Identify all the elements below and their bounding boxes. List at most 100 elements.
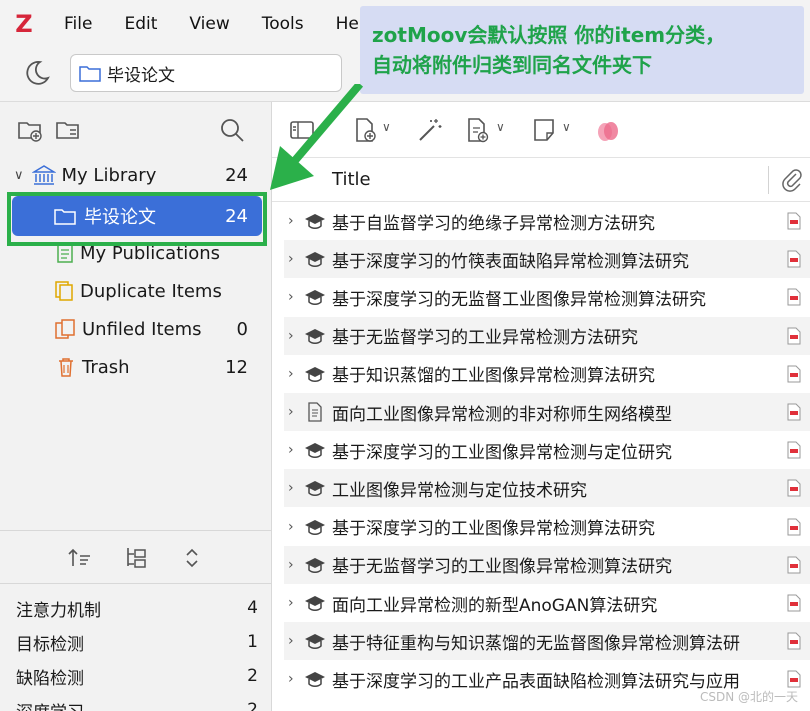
tag-tree-icon[interactable] (122, 544, 150, 572)
item-title: 基于深度学习的工业图像异常检测与定位研究 (332, 442, 672, 463)
tag-item[interactable]: 目标检测 1 (0, 625, 272, 659)
table-row[interactable]: › 面向工业图像异常检测的非对称师生网络模型 (284, 393, 810, 431)
folder-icon (79, 66, 101, 82)
table-row[interactable]: › 工业图像异常检测与定位技术研究 (284, 469, 810, 508)
tree-item-trash[interactable]: Trash 12 (0, 348, 272, 386)
trash-label: Trash (82, 356, 130, 378)
thesis-icon (305, 519, 325, 535)
pdf-icon[interactable] (786, 212, 802, 230)
new-collection-icon[interactable] (16, 116, 44, 144)
pdf-icon[interactable] (786, 441, 802, 459)
pdf-icon[interactable] (786, 556, 802, 574)
tree-item-my-library[interactable]: ∨ My Library 24 (0, 156, 272, 194)
library-label: My Library (61, 164, 157, 186)
pdf-icon[interactable] (786, 632, 802, 650)
selected-collection-label: 毕设论文 (84, 207, 156, 228)
table-row[interactable]: › 基于深度学习的竹筷表面缺陷异常检测算法研究 (284, 240, 810, 279)
pdf-icon[interactable] (786, 518, 802, 536)
add-attachment-icon[interactable] (464, 116, 492, 144)
table-row[interactable]: › 基于自监督学习的绝缘子异常检测方法研究 (284, 202, 810, 240)
menu-edit[interactable]: Edit (108, 14, 173, 34)
item-title: 面向工业异常检测的新型AnoGAN算法研究 (332, 595, 658, 616)
table-row[interactable]: › 基于深度学习的工业图像异常检测算法研究 (284, 508, 810, 546)
pdf-icon[interactable] (786, 365, 802, 383)
new-item-icon[interactable] (352, 116, 380, 144)
unfiled-icon (55, 319, 75, 339)
column-divider[interactable] (768, 166, 769, 194)
callout-line-1: zotMoov会默认按照 你的item分类， (372, 23, 726, 47)
chevron-right-icon[interactable]: › (288, 251, 294, 267)
thesis-icon (305, 557, 325, 573)
table-row[interactable]: › 基于深度学习的工业图像异常检测与定位研究 (284, 431, 810, 469)
library-tab[interactable]: 毕设论文 (70, 54, 342, 92)
tree-item-my-publications[interactable]: My Publications (0, 234, 272, 272)
item-title: 基于知识蒸馏的工业图像异常检测算法研究 (332, 366, 655, 387)
pdf-icon[interactable] (786, 403, 802, 421)
pdf-icon[interactable] (786, 670, 802, 688)
chevron-right-icon[interactable]: › (288, 442, 294, 458)
tag-label: 深度学习 (16, 698, 84, 711)
item-title: 面向工业图像异常检测的非对称师生网络模型 (332, 404, 672, 425)
thesis-icon (305, 481, 325, 497)
collapse-expand-icon[interactable] (178, 544, 206, 572)
new-note-icon[interactable] (530, 116, 558, 144)
chevron-right-icon[interactable]: › (288, 289, 294, 305)
tree-item-selected-collection[interactable]: 毕设论文 24 (12, 196, 262, 236)
chevron-right-icon[interactable]: › (288, 671, 294, 687)
library-count: 24 (225, 164, 248, 186)
chevron-right-icon[interactable]: › (288, 366, 294, 382)
chevron-right-icon[interactable]: › (288, 595, 294, 611)
chevron-right-icon[interactable]: › (288, 328, 294, 344)
new-saved-search-icon[interactable] (54, 116, 82, 144)
tree-item-duplicate-items[interactable]: Duplicate Items (0, 272, 272, 310)
search-icon[interactable] (218, 116, 246, 144)
library-icon (31, 165, 56, 185)
menu-tools[interactable]: Tools (246, 14, 320, 34)
menu-view[interactable]: View (173, 14, 245, 34)
pdf-icon[interactable] (786, 288, 802, 306)
moon-icon[interactable] (22, 58, 52, 88)
magic-wand-icon[interactable] (416, 116, 444, 144)
chevron-down-icon[interactable]: ∨ (562, 120, 571, 134)
chevron-right-icon[interactable]: › (288, 557, 294, 573)
tag-item[interactable]: 缺陷检测 2 (0, 659, 272, 693)
chevron-right-icon[interactable]: › (288, 213, 294, 229)
table-row[interactable]: › 基于知识蒸馏的工业图像异常检测算法研究 (284, 355, 810, 393)
chevron-down-icon[interactable]: ∨ (496, 120, 505, 134)
chevron-right-icon[interactable]: › (288, 404, 294, 420)
table-row[interactable]: › 基于无监督学习的工业异常检测方法研究 (284, 316, 810, 355)
unfiled-items-count: 0 (236, 318, 248, 340)
chevron-right-icon[interactable]: › (288, 480, 294, 496)
attachment-column-icon[interactable] (780, 168, 804, 192)
item-title: 基于无监督学习的工业图像异常检测算法研究 (332, 557, 672, 578)
table-row[interactable]: › 基于无监督学习的工业图像异常检测算法研究 (284, 545, 810, 584)
table-row[interactable]: › 面向工业异常检测的新型AnoGAN算法研究 (284, 584, 810, 622)
items-toolbar: ∨ ∨ ∨ (272, 102, 810, 158)
tag-item[interactable]: 深度学习 2 (0, 693, 272, 711)
chevron-down-icon[interactable]: ∨ (14, 168, 24, 183)
tree-item-unfiled-items[interactable]: Unfiled Items 0 (0, 310, 272, 348)
tag-selector-toolbar (0, 530, 272, 584)
column-title[interactable]: Title (332, 169, 371, 190)
pdf-icon[interactable] (786, 479, 802, 497)
tag-count: 4 (247, 598, 258, 618)
table-row[interactable]: › 基于特征重构与知识蒸馏的无监督图像异常检测算法研 (284, 622, 810, 661)
pdf-icon[interactable] (786, 327, 802, 345)
tag-item[interactable]: 注意力机制 4 (0, 591, 272, 625)
duplicate-icon (55, 281, 73, 301)
chevron-right-icon[interactable]: › (288, 633, 294, 649)
item-title: 工业图像异常检测与定位技术研究 (332, 480, 587, 501)
pdf-icon[interactable] (786, 594, 802, 612)
toggle-pane-icon[interactable] (288, 116, 316, 144)
pdf-icon[interactable] (786, 250, 802, 268)
chevron-right-icon[interactable]: › (288, 519, 294, 535)
column-header[interactable]: Title (272, 158, 810, 202)
annotation-icon[interactable] (594, 116, 622, 144)
menu-file[interactable]: File (48, 14, 108, 34)
watermark: CSDN @北的一天 (699, 690, 798, 704)
tag-count: 2 (247, 700, 258, 711)
sort-icon[interactable] (66, 544, 94, 572)
annotation-callout: zotMoov会默认按照 你的item分类， 自动将附件归类到同名文件夹下 (360, 6, 804, 94)
table-row[interactable]: › 基于深度学习的无监督工业图像异常检测算法研究 (284, 278, 810, 316)
chevron-down-icon[interactable]: ∨ (382, 120, 391, 134)
